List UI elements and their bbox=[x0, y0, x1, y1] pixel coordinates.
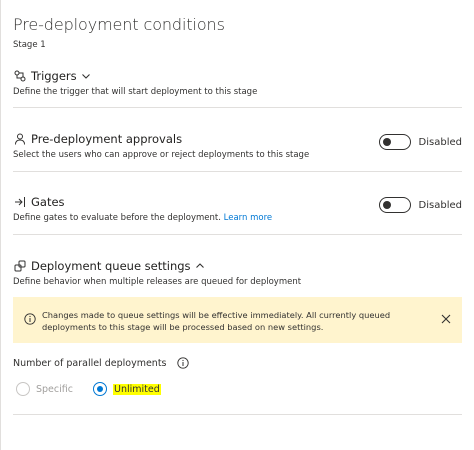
queue-settings-icon bbox=[13, 259, 27, 273]
approvals-toggle-group: Disabled bbox=[378, 134, 462, 150]
radio-button[interactable] bbox=[92, 382, 107, 396]
gates-toggle[interactable] bbox=[378, 197, 411, 213]
pre-deployment-conditions-panel: Pre-deployment conditions Stage 1 Trigge… bbox=[0, 0, 474, 450]
parallel-deployments-label: Number of parallel deployments bbox=[13, 357, 189, 369]
info-icon[interactable] bbox=[176, 357, 189, 369]
triggers-title: Triggers bbox=[31, 69, 77, 83]
gates-description: Define gates to evaluate before the depl… bbox=[13, 213, 462, 223]
queue-settings-section: Deployment queue settings Define behavio… bbox=[13, 258, 462, 287]
radio-unlimited-label: Unlimited bbox=[112, 383, 161, 395]
triggers-header[interactable]: Triggers bbox=[13, 68, 462, 84]
parallel-deployments-text: Number of parallel deployments bbox=[13, 357, 167, 369]
close-icon[interactable] bbox=[440, 310, 452, 324]
radio-unlimited[interactable]: Unlimited bbox=[92, 382, 161, 396]
triggers-description: Define the trigger that will start deplo… bbox=[13, 87, 258, 97]
chevron-up-icon[interactable] bbox=[195, 261, 205, 271]
gates-description-text: Define gates to evaluate before the depl… bbox=[13, 213, 221, 223]
gates-toggle-label: Disabled bbox=[418, 199, 462, 211]
approvals-toggle-label: Disabled bbox=[418, 136, 462, 148]
info-banner: Changes made to queue settings will be e… bbox=[13, 297, 462, 343]
person-icon bbox=[13, 132, 27, 146]
approvals-description: Select the users who can approve or reje… bbox=[13, 150, 310, 160]
queue-settings-title: Deployment queue settings bbox=[31, 259, 191, 273]
radio-specific-label: Specific bbox=[36, 383, 73, 395]
gates-toggle-group: Disabled bbox=[378, 197, 462, 213]
banner-message: Changes made to queue settings will be e… bbox=[42, 310, 391, 332]
gates-title: Gates bbox=[31, 195, 65, 209]
divider bbox=[13, 107, 462, 108]
parallel-deployments-radio-group: Specific Unlimited bbox=[16, 382, 181, 396]
triggers-section: Triggers Define the trigger that will st… bbox=[13, 68, 462, 97]
info-icon bbox=[24, 310, 36, 325]
divider bbox=[13, 171, 462, 172]
divider bbox=[13, 234, 462, 235]
gate-icon bbox=[13, 195, 27, 209]
stage-name: Stage 1 bbox=[13, 40, 46, 50]
queue-settings-header[interactable]: Deployment queue settings bbox=[13, 258, 462, 274]
approvals-toggle[interactable] bbox=[378, 134, 411, 150]
trigger-icon bbox=[13, 69, 27, 83]
queue-settings-description: Define behavior when multiple releases a… bbox=[13, 277, 302, 287]
approvals-title: Pre-deployment approvals bbox=[31, 132, 183, 146]
toggle-knob bbox=[382, 138, 391, 146]
radio-specific[interactable]: Specific bbox=[16, 382, 73, 396]
toggle-knob bbox=[382, 201, 391, 209]
divider bbox=[13, 414, 462, 415]
chevron-down-icon[interactable] bbox=[81, 71, 91, 81]
page-title: Pre-deployment conditions bbox=[13, 15, 225, 34]
learn-more-link[interactable]: Learn more bbox=[224, 213, 272, 223]
radio-button[interactable] bbox=[16, 382, 30, 396]
